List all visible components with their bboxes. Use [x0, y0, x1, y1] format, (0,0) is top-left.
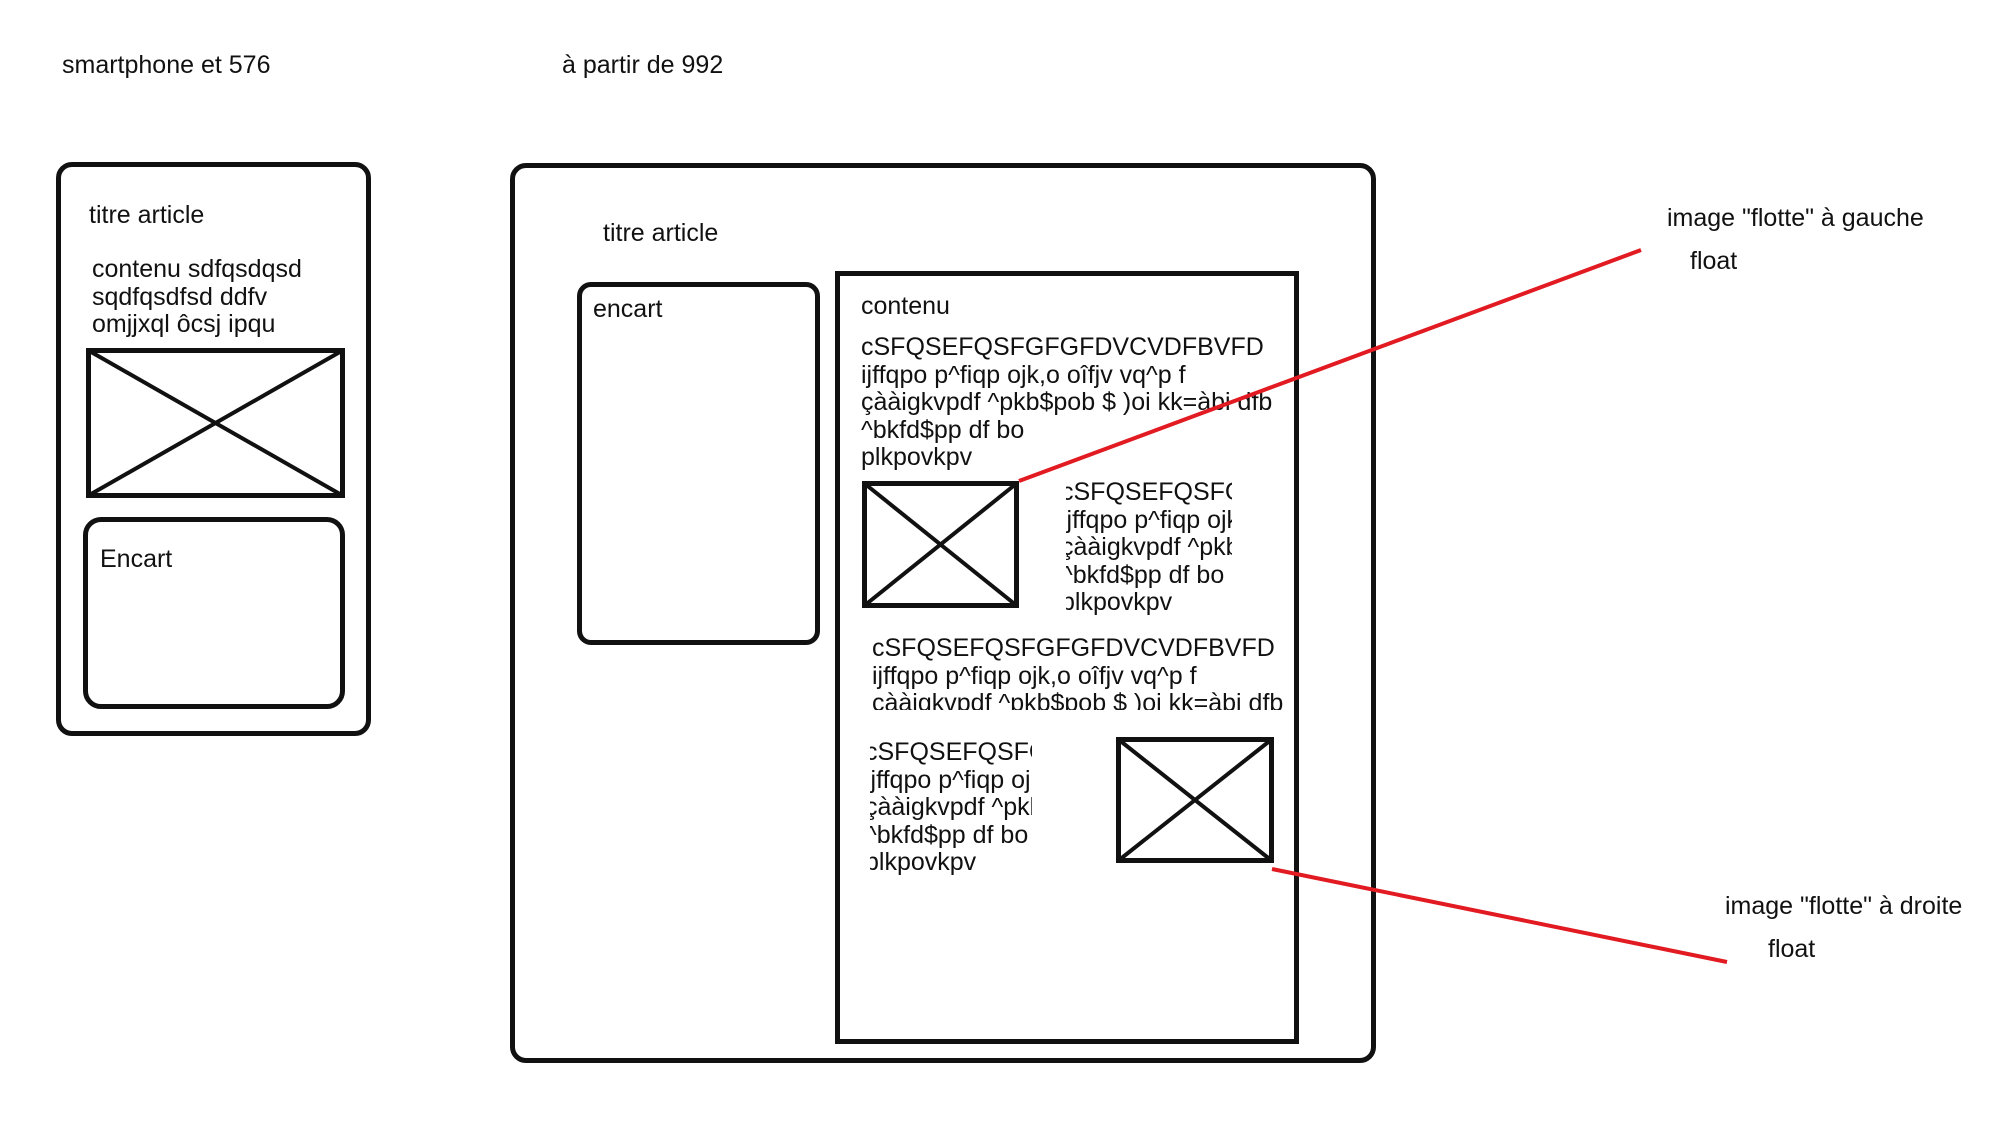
mobile-heading: smartphone et 576: [62, 51, 271, 79]
paragraph-line: plkpovkpv: [1066, 588, 1173, 616]
mobile-content: contenu sdfqsdqsd sqdfqsdfsd ddfv omjjxq…: [92, 255, 302, 339]
mobile-content-line: omjjxql ôcsj ipqu: [92, 310, 276, 338]
annotation-right-sublabel: float: [1768, 935, 1816, 963]
paragraph-line: plkpovkpv: [870, 848, 977, 876]
mobile-article-title: titre article: [89, 201, 205, 229]
desktop-article-title: titre article: [603, 219, 719, 247]
float-right-image-placeholder: [1116, 737, 1274, 863]
mobile-encart-label: Encart: [100, 545, 173, 573]
paragraph-line: cSFQSEFQSFGFGFDVCVDFBVFD: [1066, 479, 1232, 506]
paragraph-line: çààigkvpdf ^pkb$pob $ )oi kk=àbi dfb: [870, 793, 1032, 821]
float-right-wrap-text: cSFQSEFQSFGFGFDVCVDFBVFD ijffqpo p^fiqp …: [870, 739, 1032, 879]
paragraph-line: cSFQSEFQSFGFGFDVCVDFBVFD: [861, 334, 1264, 361]
paragraph-line: çààigkvpdf ^pkb$pob $ )oi kk=àbi dfb: [861, 388, 1273, 416]
middle-paragraph: cSFQSEFQSFGFGFDVCVDFBVFD ijffqpo p^fiqp …: [872, 635, 1286, 710]
annotation-right-label: image "flotte" à droite: [1725, 892, 1963, 920]
annotation-left-label: image "flotte" à gauche: [1667, 204, 1924, 232]
paragraph-line: ijffqpo p^fiqp ojk,o oîfjv vq^p f: [872, 661, 1197, 690]
paragraph-line: ^bkfd$pp df bo: [1066, 560, 1225, 589]
annotation-left-sublabel: float: [1690, 247, 1738, 275]
paragraph-line: çààigkvpdf ^pkb$pob $ )oi kk=àbi dfb: [1066, 533, 1232, 561]
mobile-content-line: contenu sdfqsdqsd: [92, 255, 302, 283]
desktop-encart-box: [577, 282, 820, 645]
float-left-image-placeholder: [862, 481, 1019, 608]
paragraph-line: cSFQSEFQSFGFGFDVCVDFBVFD: [872, 635, 1275, 662]
paragraph-line: ijffqpo p^fiqp ojk,o oîfjv vq^p f: [1066, 505, 1232, 534]
paragraph-line: plkpovkpv: [861, 443, 973, 471]
desktop-encart-label: encart: [593, 295, 663, 323]
mobile-image-placeholder: [86, 348, 345, 498]
paragraph-line: ijffqpo p^fiqp ojk,o oîfjv vq^p f: [861, 360, 1186, 389]
paragraph-line: çààigkvpdf ^pkb$pob $ )oi kk=àbi dfb: [872, 689, 1284, 710]
mobile-content-line: sqdfqsdfsd ddfv: [92, 282, 268, 311]
paragraph-line: ijffqpo p^fiqp ojk,o oîfjv vq^p f: [870, 765, 1032, 794]
paragraph-line: cSFQSEFQSFGFGFDVCVDFBVFD: [870, 739, 1032, 766]
content-paragraph: cSFQSEFQSFGFGFDVCVDFBVFD ijffqpo p^fiqp …: [861, 334, 1287, 474]
paragraph-line: ^bkfd$pp df bo: [870, 820, 1029, 849]
float-left-wrap-text: cSFQSEFQSFGFGFDVCVDFBVFD ijffqpo p^fiqp …: [1066, 479, 1232, 619]
desktop-heading: à partir de 992: [562, 51, 724, 79]
paragraph-line: ^bkfd$pp df bo: [861, 415, 1025, 444]
desktop-content-heading: contenu: [861, 292, 950, 320]
